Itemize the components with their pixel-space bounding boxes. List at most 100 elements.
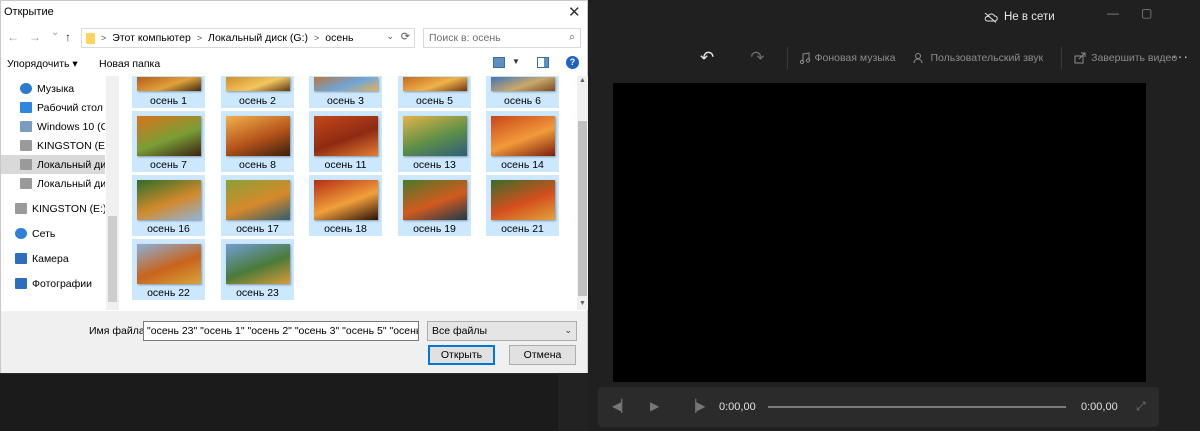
nav-item-label: Сеть xyxy=(32,227,56,240)
file-item[interactable]: осень 23 xyxy=(221,239,294,300)
drive-icon xyxy=(20,178,32,189)
file-item[interactable]: осень 18 xyxy=(309,175,382,236)
address-bar[interactable]: > Этот компьютер > Локальный диск (G:) >… xyxy=(81,28,415,48)
file-name: осень 2 xyxy=(239,95,276,107)
undo-button[interactable]: ↶ xyxy=(700,48,714,68)
file-item[interactable]: осень 1 xyxy=(132,76,205,108)
scroll-down-icon[interactable]: ▼ xyxy=(579,300,586,307)
file-name: осень 7 xyxy=(150,159,187,171)
image-thumbnail xyxy=(226,116,290,156)
nav-item[interactable]: Камера xyxy=(1,249,105,268)
image-thumbnail xyxy=(226,180,290,220)
file-name: осень 23 xyxy=(236,287,279,299)
file-item[interactable]: осень 22 xyxy=(132,239,205,300)
filename-label: Имя файла: xyxy=(89,325,148,337)
folder-icon xyxy=(86,32,95,44)
search-input[interactable]: Поиск в: осень ⌕ xyxy=(423,28,581,48)
navigation-pane: Музыка Рабочий стол Windows 10 (C:) KINGSTO… xyxy=(1,76,119,310)
file-item[interactable]: осень 16 xyxy=(132,175,205,236)
file-item[interactable]: осень 8 xyxy=(221,111,294,172)
file-item[interactable]: осень 17 xyxy=(221,175,294,236)
nav-item[interactable]: Рабочий стол xyxy=(1,98,105,117)
file-item[interactable]: осень 2 xyxy=(221,76,294,108)
refresh-icon[interactable]: ⟳ xyxy=(401,30,410,43)
back-arrow-icon[interactable]: ← xyxy=(7,30,19,44)
file-view: осень 1 осень 2 осень 3 осень 5 осень 6 осень… xyxy=(127,76,577,310)
fullscreen-icon[interactable]: ⤢ xyxy=(1136,399,1146,414)
file-item[interactable]: осень 21 xyxy=(486,175,559,236)
search-icon: ⌕ xyxy=(569,31,575,43)
file-item[interactable]: осень 14 xyxy=(486,111,559,172)
file-item[interactable]: осень 6 xyxy=(486,76,559,108)
nav-item[interactable]: Фотографии xyxy=(1,274,105,293)
image-thumbnail xyxy=(226,77,290,91)
scrollbar-thumb[interactable] xyxy=(578,121,587,296)
play-icon[interactable]: ▶ xyxy=(650,399,659,413)
filename-input[interactable]: "осень 23" "осень 1" "осень 2" "осень 3"… xyxy=(143,321,419,341)
more-options-button[interactable]: ··· xyxy=(1172,48,1189,64)
preview-pane-icon[interactable] xyxy=(537,57,549,68)
nav-item-label: Фотографии xyxy=(32,277,93,290)
editor-divider xyxy=(558,373,588,431)
nav-item[interactable]: Локальный диск xyxy=(1,174,105,193)
cancel-button[interactable]: Отмена xyxy=(509,345,576,365)
file-item[interactable]: осень 11 xyxy=(309,111,382,172)
usb-drive-icon xyxy=(20,140,32,151)
nav-item[interactable]: Музыка xyxy=(1,79,105,98)
scrollbar-thumb[interactable] xyxy=(108,216,117,302)
filetype-value: Все файлы xyxy=(432,325,488,337)
redo-button[interactable]: ↷ xyxy=(750,48,764,68)
file-name: осень 6 xyxy=(504,95,541,107)
file-name: осень 14 xyxy=(501,159,544,171)
next-frame-icon[interactable]: ▕▶ xyxy=(687,399,705,413)
nav-item-label: Музыка xyxy=(37,82,75,95)
change-view-icon[interactable] xyxy=(493,57,505,68)
close-icon[interactable]: ✕ xyxy=(568,3,581,21)
nav-item[interactable]: Локальный диск xyxy=(1,155,105,174)
image-thumbnail xyxy=(491,180,555,220)
forward-arrow-icon[interactable]: → xyxy=(29,30,41,44)
nav-item[interactable]: KINGSTON (E:) xyxy=(1,136,105,155)
new-folder-button[interactable]: Новая папка xyxy=(99,58,160,70)
help-icon[interactable]: ? xyxy=(566,56,579,69)
view-dropdown-icon[interactable]: ▼ xyxy=(512,57,520,66)
file-view-scrollbar[interactable]: ▲ ▼ xyxy=(577,76,588,310)
dialog-titlebar: Открытие ✕ xyxy=(1,1,587,25)
file-item[interactable]: осень 19 xyxy=(398,175,471,236)
image-thumbnail xyxy=(314,180,378,220)
breadcrumb-folder[interactable]: осень xyxy=(325,32,353,44)
nav-item-label: Камера xyxy=(32,252,69,265)
finish-video-button[interactable]: Завершить видео xyxy=(1074,52,1177,64)
filetype-select[interactable]: Все файлы ⌄ xyxy=(427,321,577,341)
seek-bar[interactable] xyxy=(768,406,1066,408)
open-button[interactable]: Открыть xyxy=(428,345,495,365)
breadcrumb-local-disk[interactable]: Локальный диск (G:) xyxy=(208,32,308,44)
nav-item[interactable]: KINGSTON (E:) xyxy=(1,199,105,218)
address-row: ← → ⌄ ↑ > Этот компьютер > Локальный дис… xyxy=(1,27,587,49)
minimize-button[interactable]: — xyxy=(1107,6,1119,20)
previous-frame-icon[interactable]: ◀▏ xyxy=(612,399,630,413)
file-item[interactable]: осень 13 xyxy=(398,111,471,172)
file-item[interactable]: осень 7 xyxy=(132,111,205,172)
nav-item[interactable]: Сеть xyxy=(1,224,105,243)
address-dropdown-icon[interactable]: ⌄ xyxy=(386,31,394,42)
up-arrow-icon[interactable]: ↑ xyxy=(65,30,71,44)
image-thumbnail xyxy=(137,244,201,284)
toolbar-separator xyxy=(786,47,788,69)
maximize-button[interactable]: ▢ xyxy=(1141,6,1152,20)
nav-item-label: KINGSTON (E:) xyxy=(32,202,105,215)
navigation-scrollbar[interactable] xyxy=(106,76,119,310)
breadcrumb-this-pc[interactable]: Этот компьютер xyxy=(112,32,191,44)
file-item[interactable]: осень 3 xyxy=(309,76,382,108)
custom-audio-button[interactable]: Пользовательский звук xyxy=(913,52,1043,64)
file-item[interactable]: осень 5 xyxy=(398,76,471,108)
nav-item[interactable]: Windows 10 (C:) xyxy=(1,117,105,136)
editor-storyboard-area xyxy=(0,373,558,431)
scroll-up-icon[interactable]: ▲ xyxy=(579,77,586,84)
recent-locations-icon[interactable]: ⌄ xyxy=(51,27,59,38)
organize-button[interactable]: Упорядочить ▾ xyxy=(7,58,78,70)
file-name: осень 18 xyxy=(324,223,367,235)
background-music-button[interactable]: Фоновая музыка xyxy=(799,52,895,64)
playback-bar: ◀▏ ▶ ▕▶ 0:00,00 0:00,00 ⤢ xyxy=(598,387,1159,427)
nav-item-label: Локальный диск xyxy=(37,177,105,190)
